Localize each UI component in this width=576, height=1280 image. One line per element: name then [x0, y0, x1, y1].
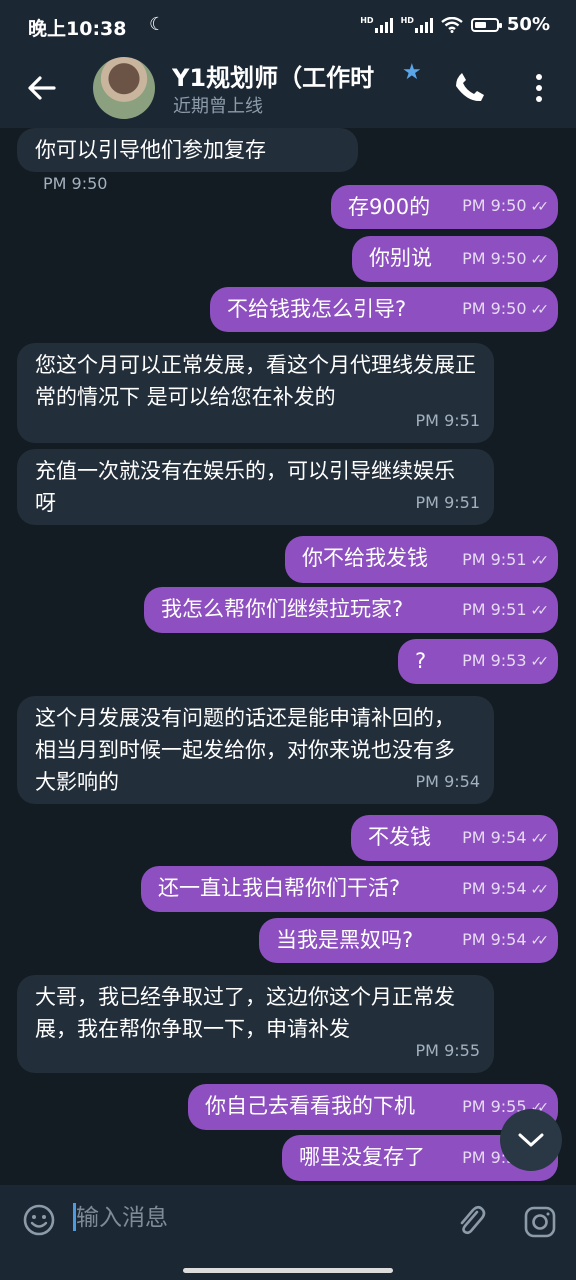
message-time: PM 9:55: [415, 1041, 480, 1060]
message-text: 你自己去看看我的下机: [205, 1094, 415, 1118]
message-outgoing[interactable]: 你别说 PM 9:50 ✓✓: [352, 236, 558, 282]
double-check-icon: ✓✓: [530, 933, 550, 949]
message-composer: [0, 1185, 576, 1280]
scroll-down-button[interactable]: [500, 1109, 562, 1171]
message-list[interactable]: 你可以引导他们参加复存 PM 9:50 存900的 PM 9:50 ✓✓ 你别说 …: [0, 128, 576, 1185]
message-incoming[interactable]: 这个月发展没有问题的话还是能申请补回的，相当月到时候一起发给你，对你来说也没有多…: [17, 696, 494, 804]
double-check-icon: ✓✓: [530, 603, 550, 619]
status-time: 晚上10:38: [28, 18, 127, 40]
message-text: 不给钱我怎么引导?: [227, 297, 407, 321]
hd-signal-icon: HD: [360, 16, 393, 33]
home-indicator: [183, 1268, 393, 1273]
message-text: 你不给我发钱: [302, 546, 428, 570]
wifi-icon: [441, 16, 463, 33]
message-time: PM 9:54: [462, 879, 527, 898]
message-text: 充值一次就没有在娱乐的，可以引导继续娱乐呀: [35, 459, 455, 515]
message-outgoing[interactable]: 不发钱 PM 9:54 ✓✓: [351, 815, 558, 861]
message-outgoing[interactable]: 不给钱我怎么引导? PM 9:50 ✓✓: [210, 287, 558, 332]
status-indicators: HD HD 50%: [360, 14, 550, 35]
message-incoming[interactable]: 大哥，我已经争取过了，这边你这个月正常发展，我在帮你争取一下，申请补发 PM 9…: [17, 975, 494, 1073]
double-check-icon: ✓✓: [530, 199, 550, 215]
camera-icon[interactable]: [523, 1205, 557, 1239]
status-bar: 晚上10:38 ☾ HD HD 50%: [0, 0, 576, 52]
message-outgoing[interactable]: 我怎么帮你们继续拉玩家? PM 9:51 ✓✓: [144, 587, 558, 633]
message-time: PM 9:51: [462, 600, 527, 619]
double-check-icon: ✓✓: [530, 252, 550, 268]
message-outgoing[interactable]: 还一直让我白帮你们干活? PM 9:54 ✓✓: [141, 866, 558, 912]
message-outgoing[interactable]: 当我是黑奴吗? PM 9:54 ✓✓: [259, 918, 558, 963]
message-time: PM 9:54: [415, 772, 480, 791]
message-time: PM 9:50: [462, 249, 527, 268]
message-text: 你别说: [369, 246, 432, 270]
double-check-icon: ✓✓: [530, 654, 550, 670]
message-input[interactable]: [74, 1197, 438, 1239]
message-text: 当我是黑奴吗?: [276, 928, 414, 952]
chevron-down-icon: [518, 1133, 544, 1147]
moon-icon: ☾: [149, 14, 166, 35]
star-icon: ★: [402, 60, 422, 85]
avatar[interactable]: [93, 57, 155, 119]
message-text: 还一直让我白帮你们干活?: [158, 876, 401, 900]
message-outgoing[interactable]: 你自己去看看我的下机 PM 9:55 ✓✓: [188, 1084, 558, 1130]
message-time: PM 9:50: [43, 174, 108, 193]
message-text: 哪里没复存了: [299, 1145, 425, 1169]
double-check-icon: ✓✓: [530, 831, 550, 847]
message-text: 存900的: [348, 195, 431, 219]
paperclip-icon[interactable]: [455, 1203, 487, 1239]
message-text: ?: [415, 649, 427, 673]
message-time: PM 9:50: [462, 299, 527, 318]
more-menu-icon[interactable]: [529, 70, 549, 106]
hd-signal-icon-2: HD: [401, 16, 433, 33]
message-outgoing[interactable]: ? PM 9:53 ✓✓: [398, 639, 558, 684]
message-time: PM 9:54: [462, 828, 527, 847]
message-text: 你可以引导他们参加复存: [35, 138, 266, 162]
message-incoming[interactable]: 你可以引导他们参加复存 PM 9:50: [17, 128, 358, 193]
message-text: 大哥，我已经争取过了，这边你这个月正常发展，我在帮你争取一下，申请补发: [35, 985, 455, 1041]
message-time: PM 9:51: [462, 550, 527, 569]
phone-icon[interactable]: [453, 70, 487, 104]
chat-header: Y1规划师（工作时 ★ 近期曾上线: [0, 52, 576, 128]
message-outgoing[interactable]: 你不给我发钱 PM 9:51 ✓✓: [285, 536, 558, 583]
message-text: 这个月发展没有问题的话还是能申请补回的，相当月到时候一起发给你，对你来说也没有多…: [35, 706, 455, 794]
back-arrow-icon[interactable]: [24, 70, 60, 106]
battery-icon: [470, 17, 502, 32]
message-outgoing[interactable]: 存900的 PM 9:50 ✓✓: [331, 185, 558, 229]
double-check-icon: ✓✓: [530, 882, 550, 898]
message-text: 不发钱: [368, 825, 431, 849]
message-incoming[interactable]: 充值一次就没有在娱乐的，可以引导继续娱乐呀 PM 9:51: [17, 449, 494, 525]
chat-subtitle: 近期曾上线: [173, 96, 263, 117]
message-text: 我怎么帮你们继续拉玩家?: [161, 597, 404, 621]
double-check-icon: ✓✓: [530, 302, 550, 318]
message-time: PM 9:51: [415, 411, 480, 430]
message-time: PM 9:53: [462, 651, 527, 670]
emoji-icon[interactable]: [22, 1203, 56, 1237]
message-incoming[interactable]: 您这个月可以正常发展，看这个月代理线发展正常的情况下 是可以给您在补发的 PM …: [17, 343, 494, 443]
message-time: PM 9:51: [415, 493, 480, 512]
message-text: 您这个月可以正常发展，看这个月代理线发展正常的情况下 是可以给您在补发的: [35, 353, 476, 409]
chat-title[interactable]: Y1规划师（工作时: [172, 58, 397, 93]
message-time: PM 9:54: [462, 930, 527, 949]
message-time: PM 9:50: [462, 196, 527, 215]
battery-label: 50%: [506, 14, 550, 35]
double-check-icon: ✓✓: [530, 553, 550, 569]
